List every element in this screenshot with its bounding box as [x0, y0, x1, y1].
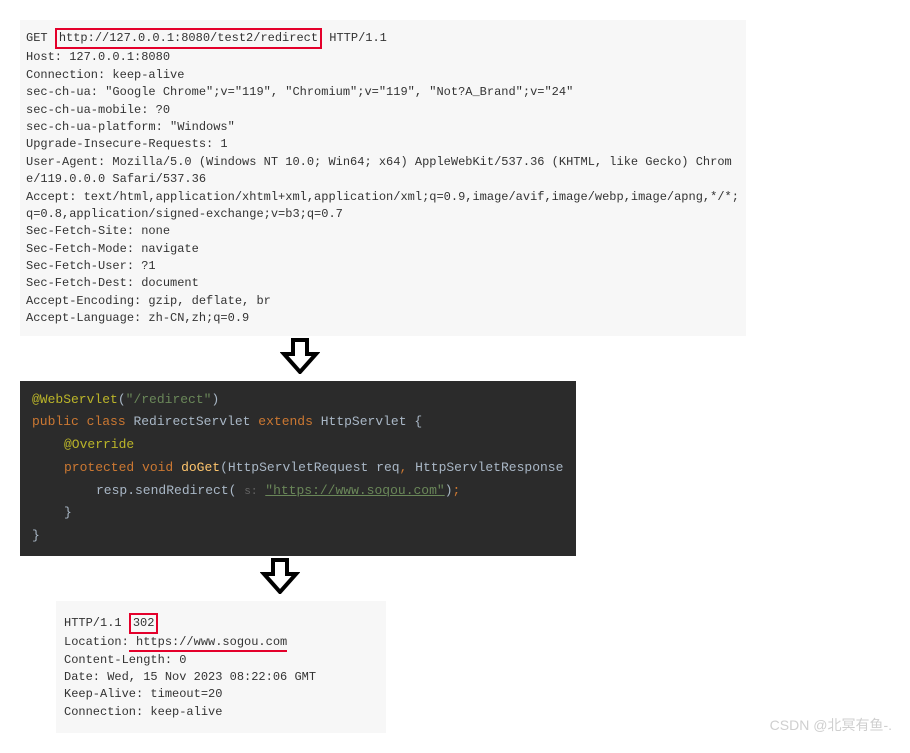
annotation: @WebServlet	[32, 392, 118, 407]
request-header-line: Sec-Fetch-Dest: document	[26, 276, 199, 290]
request-httpver: HTTP/1.1	[329, 31, 387, 45]
code-line: protected void doGet(HttpServletRequest …	[32, 457, 564, 480]
request-header-line: Upgrade-Insecure-Requests: 1	[26, 137, 228, 151]
redirect-url-string: "https://www.soqou.com"	[265, 483, 444, 498]
response-location-label: Location:	[64, 635, 129, 649]
http-request-panel: GET http://127.0.0.1:8080/test2/redirect…	[20, 20, 746, 336]
response-location-value: https://www.sogou.com	[129, 635, 287, 652]
request-header-line: Accept-Language: zh-CN,zh;q=0.9	[26, 311, 249, 325]
request-header-line: sec-ch-ua: "Google Chrome";v="119", "Chr…	[26, 85, 573, 99]
request-header-line: sec-ch-ua-platform: "Windows"	[26, 120, 235, 134]
response-header-line: Content-Length: 0	[64, 653, 186, 667]
request-header-line: sec-ch-ua-mobile: ?0	[26, 103, 170, 117]
arrow-down-icon	[20, 558, 890, 599]
watermark-text: CSDN @北冥有鱼-.	[770, 715, 892, 735]
request-header-line: Sec-Fetch-User: ?1	[26, 259, 156, 273]
response-header-line: Date: Wed, 15 Nov 2023 08:22:06 GMT	[64, 670, 316, 684]
code-line: @Override	[32, 434, 564, 457]
request-header-line: Sec-Fetch-Mode: navigate	[26, 242, 199, 256]
code-line: }	[32, 502, 564, 525]
java-code-panel: @WebServlet("/redirect") public class Re…	[20, 381, 576, 556]
http-response-panel: HTTP/1.1 302 Location: https://www.sogou…	[56, 601, 386, 733]
response-status-highlight: 302	[129, 613, 159, 634]
annotation-arg: "/redirect"	[126, 392, 212, 407]
code-line: }	[32, 525, 564, 548]
request-header-line: Sec-Fetch-Site: none	[26, 224, 170, 238]
request-url-highlight: http://127.0.0.1:8080/test2/redirect	[55, 28, 322, 49]
request-header-line: Accept-Encoding: gzip, deflate, br	[26, 294, 271, 308]
arrow-down-icon	[20, 338, 890, 379]
request-header-line: Connection: keep-alive	[26, 68, 184, 82]
request-header-line: Accept: text/html,application/xhtml+xml,…	[26, 190, 739, 221]
response-header-line: Connection: keep-alive	[64, 705, 222, 719]
request-method: GET	[26, 31, 48, 45]
code-line: resp.sendRedirect( s: "https://www.soqou…	[32, 480, 564, 503]
response-httpver: HTTP/1.1	[64, 616, 122, 630]
code-line: public class RedirectServlet extends Htt…	[32, 411, 564, 434]
response-header-line: Keep-Alive: timeout=20	[64, 687, 222, 701]
request-header-line: User-Agent: Mozilla/5.0 (Windows NT 10.0…	[26, 155, 732, 186]
code-line: @WebServlet("/redirect")	[32, 389, 564, 412]
request-header-line: Host: 127.0.0.1:8080	[26, 50, 170, 64]
